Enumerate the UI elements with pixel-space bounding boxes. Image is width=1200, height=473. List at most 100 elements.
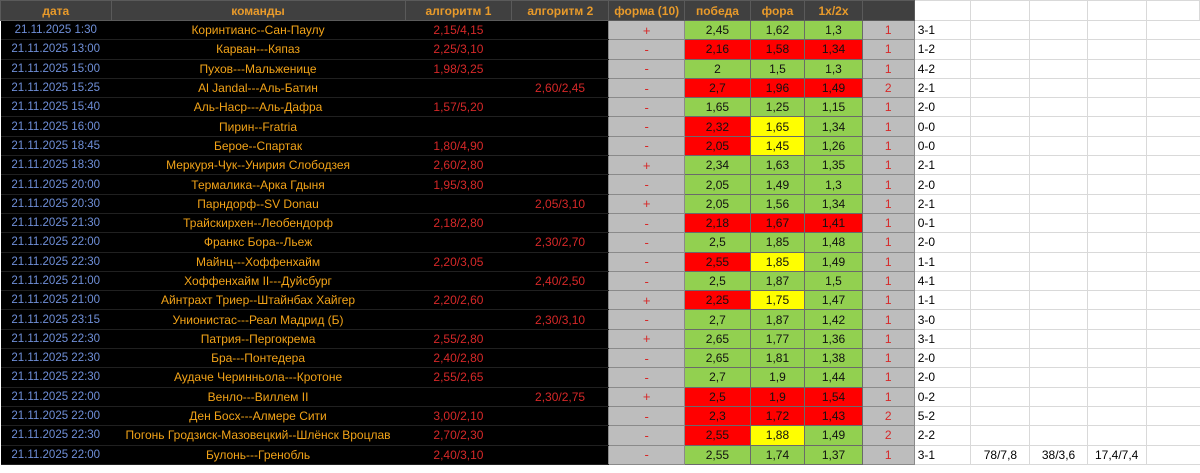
teams-cell[interactable]: Al Jandal---Аль-Батин (111, 78, 406, 99)
extra-cell[interactable] (1029, 20, 1088, 41)
score-cell[interactable]: 2-0 (913, 97, 971, 118)
score-cell[interactable]: 3-1 (913, 445, 971, 465)
date-cell[interactable]: 21.11.2025 23:15 (0, 309, 112, 330)
algorithm-2-cell[interactable] (511, 445, 609, 465)
extra-cell[interactable]: 78/7,8 (970, 445, 1030, 465)
score-cell[interactable]: 2-0 (913, 174, 971, 195)
algorithm-2-cell[interactable] (511, 329, 609, 350)
double-chance-odds-cell[interactable]: 1,42 (804, 309, 863, 330)
date-cell[interactable]: 21.11.2025 13:00 (0, 39, 112, 60)
extra-cell[interactable] (1086, 406, 1147, 427)
extra-cell[interactable] (1145, 78, 1200, 99)
extra-cell[interactable]: 38/3,6 (1029, 445, 1088, 465)
extra-cell[interactable] (970, 425, 1030, 446)
algorithm-1-cell[interactable] (405, 116, 512, 137)
bet-cell[interactable]: 1 (861, 212, 915, 234)
extra-cell[interactable] (1086, 155, 1147, 176)
handicap-odds-cell[interactable]: 1,72 (749, 405, 806, 427)
extra-cell[interactable] (1029, 290, 1088, 311)
extra-cell[interactable] (1029, 155, 1088, 176)
double-chance-odds-cell[interactable]: 1,15 (804, 97, 863, 118)
handicap-odds-cell[interactable]: 1,9 (749, 386, 806, 407)
extra-cell[interactable] (1145, 39, 1200, 60)
extra-cell[interactable] (1086, 59, 1147, 79)
teams-cell[interactable]: Погонь Гродзиск-Мазовецкий--Шлёнск Вроцл… (111, 425, 406, 446)
algorithm-1-cell[interactable]: 2,55/2,80 (405, 329, 512, 350)
double-chance-odds-cell[interactable]: 1,54 (804, 386, 863, 407)
date-cell[interactable]: 21.11.2025 20:00 (0, 174, 112, 195)
bet-cell[interactable]: 2 (861, 405, 915, 427)
algorithm-2-cell[interactable] (511, 116, 609, 137)
win-odds-cell[interactable]: 2 (684, 58, 751, 79)
date-cell[interactable]: 21.11.2025 18:30 (0, 155, 112, 176)
double-chance-odds-cell[interactable]: 1,5 (804, 270, 863, 292)
header-algorithm-2[interactable]: алгоритм 2 (511, 0, 610, 21)
extra-cell[interactable] (1086, 232, 1147, 253)
score-cell[interactable]: 0-0 (913, 116, 971, 137)
extra-cell[interactable] (1029, 406, 1088, 427)
score-cell[interactable]: 2-0 (913, 232, 971, 253)
extra-cell[interactable] (1086, 348, 1147, 369)
teams-cell[interactable]: Термалика--Арка Гдыня (111, 174, 406, 195)
handicap-odds-cell[interactable]: 1,56 (749, 193, 806, 214)
header-algorithm-1[interactable]: алгоритм 1 (404, 0, 513, 21)
algorithm-2-cell[interactable] (511, 213, 609, 234)
score-cell[interactable]: 2-1 (913, 155, 971, 176)
double-chance-odds-cell[interactable]: 1,3 (804, 19, 863, 41)
form-cell[interactable]: - (608, 348, 686, 369)
algorithm-2-cell[interactable]: 2,05/3,10 (511, 194, 609, 214)
double-chance-odds-cell[interactable]: 1,37 (804, 444, 863, 465)
handicap-odds-cell[interactable]: 1,85 (749, 251, 806, 272)
algorithm-1-cell[interactable]: 2,15/4,15 (405, 20, 512, 41)
algorithm-1-cell[interactable]: 2,25/3,10 (405, 39, 512, 60)
teams-cell[interactable]: Айнтрахт Триер--Штайнбах Хайгер (111, 290, 406, 311)
extra-cell[interactable] (1086, 194, 1147, 214)
handicap-odds-cell[interactable]: 1,45 (749, 135, 806, 157)
extra-cell[interactable] (970, 309, 1030, 330)
form-cell[interactable]: - (608, 367, 686, 388)
score-cell[interactable]: 3-1 (913, 329, 971, 350)
double-chance-odds-cell[interactable]: 1,47 (804, 290, 863, 311)
extra-cell[interactable] (1086, 116, 1147, 137)
date-cell[interactable]: 21.11.2025 16:00 (0, 116, 112, 137)
extra-cell[interactable] (1029, 387, 1088, 407)
extra-cell[interactable] (1145, 194, 1200, 214)
win-odds-cell[interactable]: 2,7 (684, 77, 751, 99)
extra-cell[interactable] (1086, 425, 1147, 446)
extra-cell[interactable] (1029, 116, 1088, 137)
extra-cell[interactable] (1145, 425, 1200, 446)
teams-cell[interactable]: Патрия--Пергокрема (111, 329, 406, 350)
extra-cell[interactable] (1086, 213, 1147, 234)
extra-cell[interactable] (1029, 194, 1088, 214)
algorithm-2-cell[interactable] (511, 252, 609, 272)
header-date[interactable]: дата (0, 0, 112, 21)
form-cell[interactable]: - (608, 212, 686, 234)
double-chance-odds-cell[interactable]: 1,44 (804, 367, 863, 388)
score-cell[interactable]: 1-1 (913, 290, 971, 311)
double-chance-odds-cell[interactable]: 1,48 (804, 232, 863, 253)
algorithm-1-cell[interactable]: 1,80/4,90 (405, 136, 512, 157)
extra-cell[interactable] (1145, 155, 1200, 176)
algorithm-1-cell[interactable]: 3,00/2,10 (405, 406, 512, 427)
form-cell[interactable]: - (608, 135, 686, 157)
extra-cell[interactable] (1145, 406, 1200, 427)
handicap-odds-cell[interactable]: 1,77 (749, 328, 806, 350)
win-odds-cell[interactable]: 1,65 (684, 97, 751, 118)
extra-cell[interactable]: 17,4/7,4 (1086, 445, 1147, 465)
double-chance-odds-cell[interactable]: 1,34 (804, 193, 863, 214)
handicap-odds-cell[interactable]: 1,49 (749, 174, 806, 195)
extra-cell[interactable] (970, 232, 1030, 253)
score-cell[interactable]: 1-1 (913, 252, 971, 272)
score-cell[interactable]: 5-2 (913, 406, 971, 427)
win-odds-cell[interactable]: 2,65 (684, 328, 751, 350)
algorithm-1-cell[interactable]: 2,20/3,05 (405, 252, 512, 272)
bet-cell[interactable]: 1 (861, 116, 915, 137)
win-odds-cell[interactable]: 2,55 (684, 425, 751, 446)
extra-cell[interactable] (1086, 309, 1147, 330)
win-odds-cell[interactable]: 2,16 (684, 39, 751, 60)
score-cell[interactable]: 2-1 (913, 78, 971, 99)
handicap-odds-cell[interactable]: 1,96 (749, 77, 806, 99)
win-odds-cell[interactable]: 2,55 (684, 444, 751, 465)
extra-cell[interactable] (1086, 252, 1147, 272)
extra-cell[interactable] (970, 387, 1030, 407)
